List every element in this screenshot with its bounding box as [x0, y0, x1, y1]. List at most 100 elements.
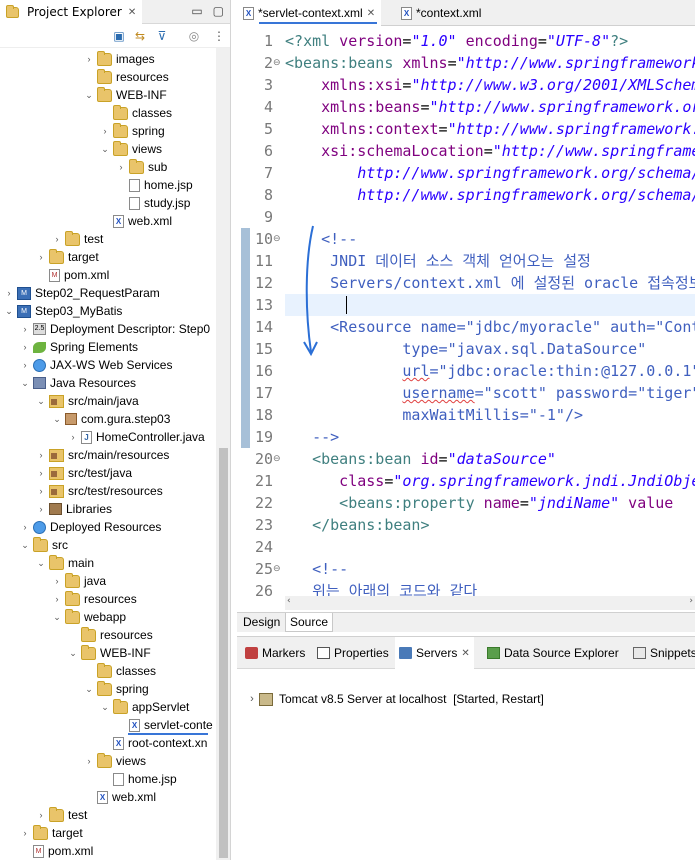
tree-item[interactable]: › Deployed Resources [20, 518, 162, 536]
tree-item[interactable]: ⌄ WEB-INF [68, 644, 151, 662]
tree-item[interactable]: › JAX-WS Web Services [20, 356, 173, 374]
tree-item[interactable]: study.jsp [116, 194, 190, 212]
chevron-down-icon[interactable]: ⌄ [36, 392, 46, 410]
tree-item[interactable]: › images [84, 50, 155, 68]
chevron-right-icon[interactable]: › [20, 338, 30, 356]
chevron-down-icon[interactable]: ⌄ [68, 644, 78, 662]
chevron-right-icon[interactable]: › [36, 482, 46, 500]
collapse-all-icon[interactable]: ▣ [112, 29, 126, 43]
tree-item[interactable]: resources [84, 68, 169, 86]
tree-item[interactable]: ⌄ src/main/java [36, 392, 138, 410]
fold-toggle-icon[interactable]: ⊖ [273, 228, 283, 250]
tree-item[interactable]: › M Step02_RequestParam [4, 284, 160, 302]
explorer-scrollbar[interactable] [216, 48, 230, 860]
tree-item[interactable]: › java [52, 572, 106, 590]
tree-item[interactable]: › target [36, 248, 99, 266]
fold-toggle-icon[interactable]: ⊖ [273, 558, 283, 580]
tab-source[interactable]: Source [285, 613, 334, 632]
chevron-down-icon[interactable]: ⌄ [100, 140, 110, 158]
tree-item[interactable]: › 2.5 Deployment Descriptor: Step0 [20, 320, 211, 338]
chevron-down-icon[interactable]: ⌄ [20, 374, 30, 392]
chevron-right-icon[interactable]: › [20, 824, 30, 842]
tab-markers[interactable]: Markers [241, 637, 309, 669]
tree-item[interactable]: › spring [100, 122, 165, 140]
chevron-down-icon[interactable]: ⌄ [52, 608, 62, 626]
chevron-right-icon[interactable]: › [100, 122, 110, 140]
tree-item[interactable]: classes [100, 104, 172, 122]
close-icon[interactable]: ✕ [461, 648, 469, 659]
project-explorer-tab[interactable]: Project Explorer ✕ [0, 0, 143, 24]
chevron-down-icon[interactable]: ⌄ [4, 302, 14, 320]
more-icon[interactable]: ⋮ [212, 29, 226, 43]
tree-item[interactable]: Xservlet-conte [116, 716, 213, 734]
chevron-right-icon[interactable]: › [36, 248, 46, 266]
tree-item[interactable]: › test [36, 806, 87, 824]
tree-item[interactable]: home.jsp [100, 770, 177, 788]
maximize-icon[interactable]: ▢ [213, 4, 224, 18]
chevron-right-icon[interactable]: › [52, 230, 62, 248]
tree-item[interactable]: ⌄ M Step03_MyBatis [4, 302, 122, 320]
tree-item[interactable]: resources [68, 626, 153, 644]
tree-item[interactable]: ⌄ com.gura.step03 [52, 410, 170, 428]
tree-item[interactable]: ⌄ Java Resources [20, 374, 136, 392]
server-item-tomcat[interactable]: › Tomcat v8.5 Server at localhost [Start… [237, 689, 544, 709]
tree-item[interactable]: ⌄ WEB-INF [84, 86, 167, 104]
tree-item[interactable]: › src/test/resources [36, 482, 163, 500]
tree-item[interactable]: › views [84, 752, 146, 770]
tree-item[interactable]: ⌄ main [36, 554, 94, 572]
tab-properties[interactable]: Properties [313, 637, 393, 669]
chevron-right-icon[interactable]: › [116, 158, 126, 176]
filter-icon[interactable]: ⊽ [155, 29, 169, 43]
chevron-right-icon[interactable]: › [84, 752, 94, 770]
tree-item[interactable]: › sub [116, 158, 167, 176]
minimize-icon[interactable]: ▭ [191, 4, 202, 18]
chevron-right-icon[interactable]: › [68, 428, 78, 446]
code-area[interactable]: <?xml version="1.0" encoding="UTF-8"?> <b… [285, 26, 695, 596]
chevron-right-icon[interactable]: › [4, 284, 14, 302]
editor-tab-servlet-context[interactable]: X *servlet-context.xml ✕ [237, 0, 382, 26]
link-with-editor-icon[interactable]: ⇆ [133, 29, 147, 43]
explorer-scrollbar-thumb[interactable] [219, 448, 228, 858]
tree-item[interactable]: Xweb.xml [100, 212, 172, 230]
close-icon[interactable]: ✕ [128, 7, 136, 18]
tree-item[interactable]: classes [84, 662, 156, 680]
tree-item[interactable]: › Spring Elements [20, 338, 139, 356]
tree-item[interactable]: › J HomeController.java [68, 428, 205, 446]
tree-item[interactable]: › Libraries [36, 500, 113, 518]
tree-item[interactable]: ⌄ spring [84, 680, 149, 698]
chevron-right-icon[interactable]: › [36, 806, 46, 824]
fold-toggle-icon[interactable]: ⊖ [273, 52, 283, 74]
chevron-right-icon[interactable]: › [20, 356, 30, 374]
chevron-right-icon[interactable]: › [36, 464, 46, 482]
tree-item[interactable]: › src/main/resources [36, 446, 170, 464]
chevron-right-icon[interactable]: › [36, 446, 46, 464]
chevron-down-icon[interactable]: ⌄ [20, 536, 30, 554]
tab-servers[interactable]: Servers ✕ [395, 637, 474, 669]
tree-item[interactable]: ⌄ webapp [52, 608, 126, 626]
chevron-down-icon[interactable]: ⌄ [100, 698, 110, 716]
chevron-right-icon[interactable]: › [52, 572, 62, 590]
tree-item[interactable]: home.jsp [116, 176, 193, 194]
chevron-down-icon[interactable]: ⌄ [36, 554, 46, 572]
chevron-down-icon[interactable]: ⌄ [52, 410, 62, 428]
close-icon[interactable]: ✕ [367, 8, 375, 19]
chevron-down-icon[interactable]: ⌄ [84, 680, 94, 698]
chevron-right-icon[interactable]: › [36, 500, 46, 518]
tab-snippets[interactable]: Snippets [629, 637, 695, 669]
tree-item[interactable]: Mpom.xml [20, 842, 93, 860]
editor-horizontal-scrollbar[interactable]: ‹ › [285, 596, 695, 610]
editor-tab-context[interactable]: X *context.xml [395, 0, 487, 26]
tree-item[interactable]: ⌄ src [20, 536, 68, 554]
tree-item[interactable]: ⌄ appServlet [100, 698, 189, 716]
view-menu-icon[interactable]: ◎ [187, 29, 201, 43]
tree-item[interactable]: Xweb.xml [84, 788, 156, 806]
tree-item[interactable]: › test [52, 230, 103, 248]
chevron-right-icon[interactable]: › [20, 320, 30, 338]
expand-toggle-icon[interactable]: › [245, 693, 259, 705]
tree-item[interactable]: › src/test/java [36, 464, 133, 482]
tree-item[interactable]: Xroot-context.xn [100, 734, 207, 752]
tree-item[interactable]: › target [20, 824, 83, 842]
tree-item[interactable]: › resources [52, 590, 137, 608]
tab-data-source-explorer[interactable]: Data Source Explorer [483, 637, 623, 669]
chevron-down-icon[interactable]: ⌄ [84, 86, 94, 104]
